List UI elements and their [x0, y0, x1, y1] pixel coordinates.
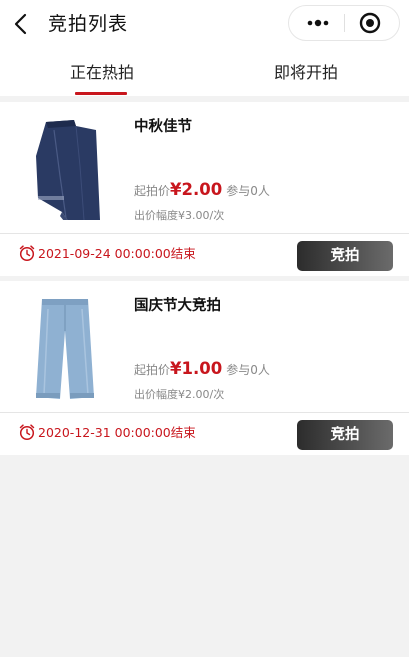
product-image [24, 116, 106, 226]
card-divider [0, 412, 409, 413]
price-row: 起拍价¥2.00 参与0人 [134, 180, 270, 199]
close-target-icon[interactable] [359, 12, 381, 34]
product-image [24, 295, 106, 399]
participants-count: 参与0人 [226, 184, 270, 198]
tab-bar: 正在热拍 即将开拍 [0, 48, 409, 96]
product-name: 中秋佳节 [134, 119, 192, 135]
end-time: 2021-09-24 00:00:00结束 [38, 246, 196, 261]
bid-increment: 出价幅度¥2.00/次 [134, 388, 225, 401]
start-price-label: 起拍价 [134, 184, 171, 198]
alarm-clock-icon [18, 244, 36, 262]
capsule-divider [344, 14, 345, 32]
nav-bar: 竞拍列表 [0, 0, 409, 48]
start-price: ¥1.00 [170, 359, 223, 378]
end-time-row: 2021-09-24 00:00:00结束 [18, 242, 196, 268]
bid-increment: 出价幅度¥3.00/次 [134, 209, 225, 222]
alarm-clock-icon [18, 423, 36, 441]
end-time: 2020-12-31 00:00:00结束 [38, 425, 196, 440]
back-icon[interactable] [10, 10, 36, 38]
active-tab-indicator [75, 92, 127, 95]
bid-button[interactable]: 竞拍 [297, 420, 393, 450]
price-row: 起拍价¥1.00 参与0人 [134, 359, 270, 378]
page-title: 竞拍列表 [48, 13, 129, 35]
start-price-label: 起拍价 [134, 363, 171, 377]
product-name: 国庆节大竞拍 [134, 298, 221, 314]
auction-card[interactable]: 国庆节大竞拍 起拍价¥1.00 参与0人 出价幅度¥2.00/次 2020-12-… [0, 281, 409, 455]
mini-program-capsule [288, 5, 400, 41]
auction-card[interactable]: 中秋佳节 起拍价¥2.00 参与0人 出价幅度¥3.00/次 2021-09-24… [0, 102, 409, 276]
card-divider [0, 233, 409, 234]
end-time-row: 2020-12-31 00:00:00结束 [18, 421, 196, 447]
tab-hot-auction[interactable]: 正在热拍 [0, 48, 204, 96]
bid-button[interactable]: 竞拍 [297, 241, 393, 271]
tab-upcoming-auction[interactable]: 即将开拍 [204, 48, 408, 96]
more-icon[interactable] [303, 6, 333, 40]
participants-count: 参与0人 [226, 363, 270, 377]
start-price: ¥2.00 [170, 180, 223, 199]
